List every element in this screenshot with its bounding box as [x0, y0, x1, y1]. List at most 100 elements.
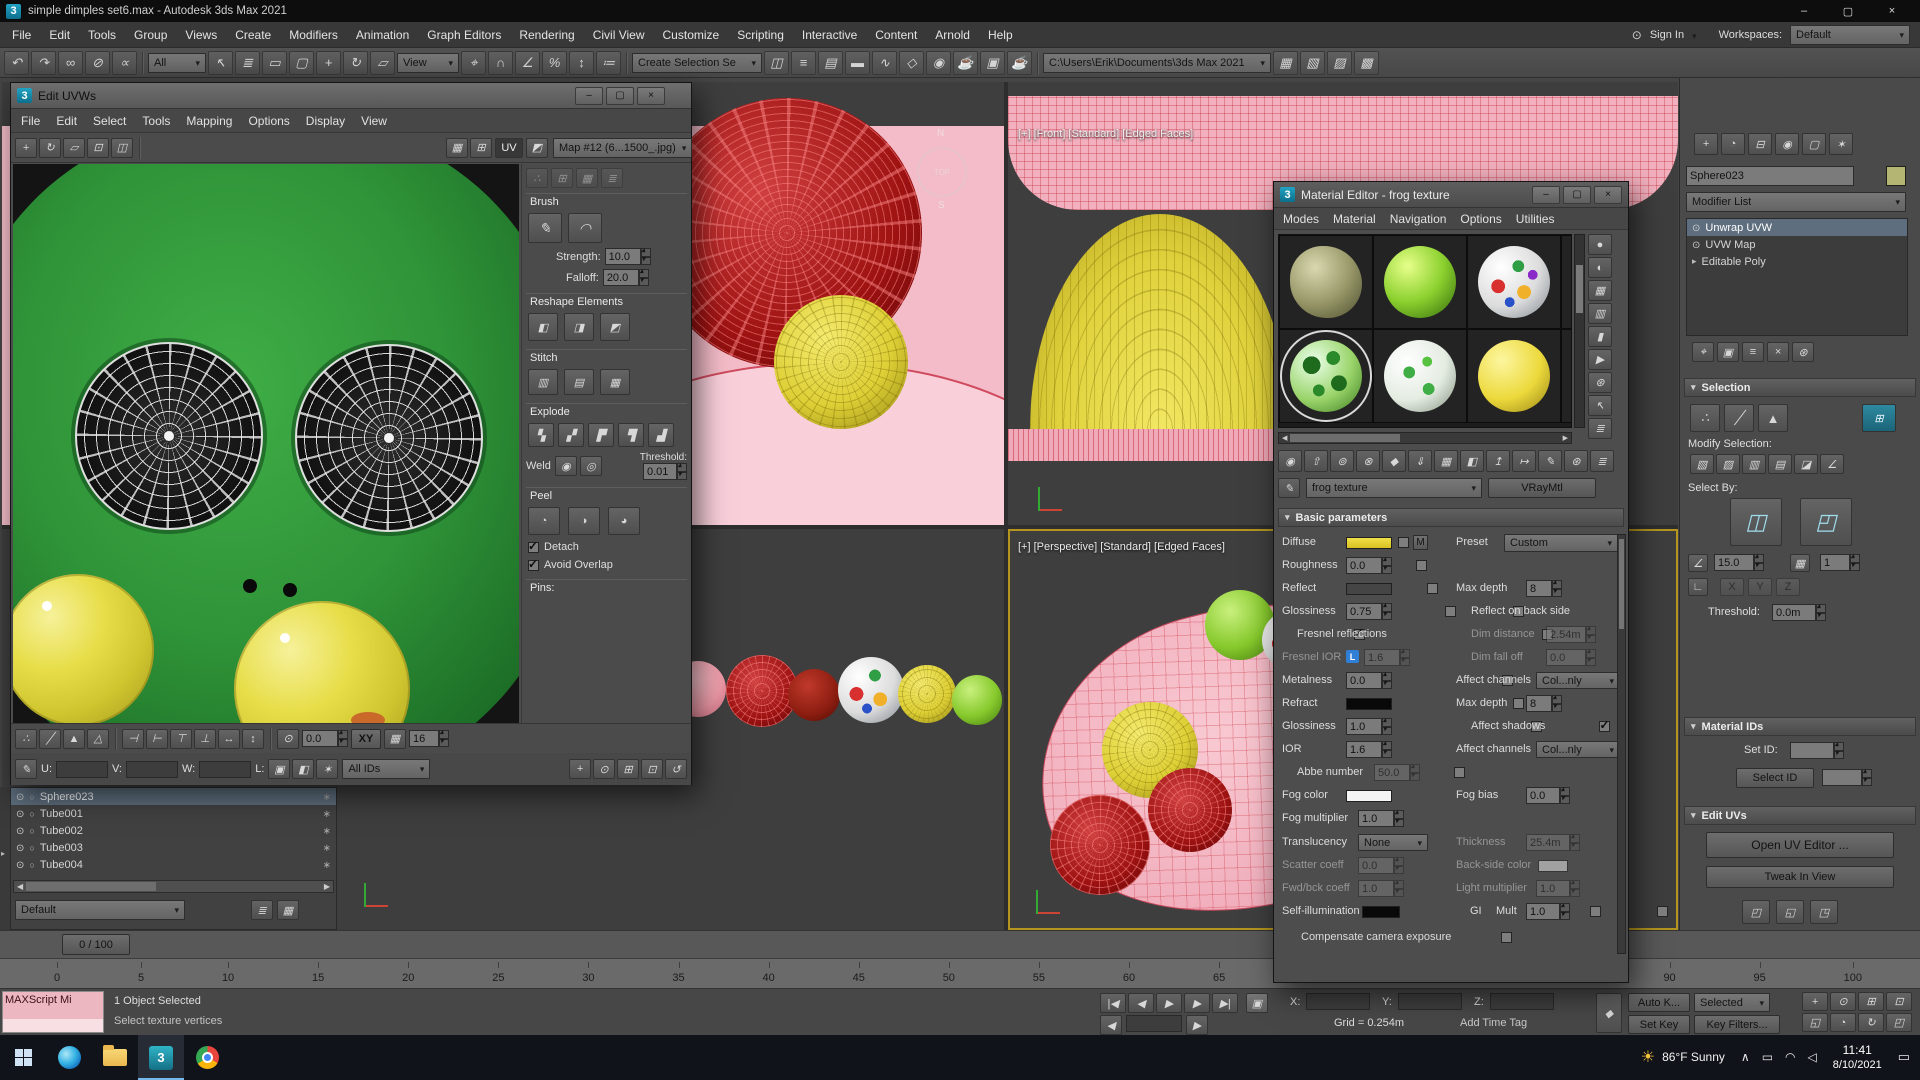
stitch-custom-icon[interactable]: ▥ — [528, 369, 558, 395]
sample-slot[interactable] — [1373, 235, 1467, 329]
scroll-right-icon[interactable]: ▶ — [321, 882, 333, 891]
render-flag-icon[interactable] — [323, 859, 331, 871]
explode-2-icon[interactable]: ▞ — [558, 423, 584, 447]
ignore-backfacing-icon[interactable]: ◪ — [1794, 454, 1818, 474]
menu-item[interactable]: Material — [1326, 210, 1383, 228]
menu-item[interactable]: Display — [298, 111, 353, 131]
map-texture-dropdown[interactable]: Map #12 (6...1500_.jpg) — [553, 137, 693, 158]
edit-uvws-titlebar[interactable]: 3 Edit UVWs – ▢ × — [11, 83, 691, 109]
close-button[interactable]: × — [1594, 185, 1622, 204]
render-flag-icon[interactable] — [323, 842, 331, 854]
angle-snap-icon[interactable]: ∠ — [515, 50, 540, 75]
sample-slot[interactable] — [1467, 329, 1561, 423]
refract-glossiness-field[interactable]: 1.0 — [1346, 716, 1392, 735]
align-right-icon[interactable]: ⊢ — [146, 728, 168, 749]
scroll-left-icon[interactable]: ◀ — [14, 882, 26, 891]
planar-icon[interactable]: ∠ — [1820, 454, 1844, 474]
viewcube-compass[interactable]: TOP — [917, 147, 967, 197]
go-start-icon[interactable]: |◀ — [1100, 993, 1126, 1013]
tab-display[interactable]: ▢ — [1802, 133, 1826, 155]
time-slider-handle[interactable]: 0 / 100 — [62, 934, 130, 955]
tab-motion[interactable]: ◉ — [1775, 133, 1799, 155]
uv-lock-selection-icon[interactable]: ▣ — [268, 759, 291, 779]
pins-section-header[interactable]: Pins: — [526, 579, 687, 596]
fov-icon[interactable]: ◔ — [1830, 1013, 1856, 1032]
maximize-button[interactable]: ▢ — [1826, 0, 1870, 22]
uv-pencil-icon[interactable]: ✎ — [15, 759, 37, 779]
menu-item[interactable]: Edit — [48, 111, 85, 131]
make-preview-icon[interactable]: ▶ — [1588, 349, 1612, 370]
taskbar-explorer[interactable] — [92, 1035, 138, 1080]
axis-z-button[interactable]: Z — [1776, 578, 1800, 596]
go-end-icon[interactable]: ▶| — [1212, 993, 1238, 1013]
explorer-row-tube001[interactable]: Tube001 — [11, 805, 336, 822]
axis-y-button[interactable]: Y — [1748, 578, 1772, 596]
timeline-tick[interactable]: 15 — [312, 962, 324, 984]
self-illumination-map-checkbox[interactable] — [1590, 906, 1602, 917]
key-set-dropdown[interactable]: Selected — [1694, 993, 1770, 1012]
menu-item[interactable]: Civil View — [585, 24, 653, 46]
menu-item[interactable]: Group — [126, 24, 175, 46]
menu-item[interactable]: Customize — [655, 24, 728, 46]
undo-icon[interactable]: ↶ — [4, 50, 29, 75]
uv-reset-icon[interactable]: ◱ — [1776, 900, 1804, 924]
select-rotate-icon[interactable]: ↻ — [343, 50, 368, 75]
metalness-field[interactable]: 0.0 — [1346, 670, 1392, 689]
ring-icon[interactable]: ▥ — [1742, 454, 1766, 474]
pan-view-icon[interactable]: + — [1802, 992, 1828, 1011]
y-coordinate-field[interactable] — [1398, 993, 1462, 1010]
workspace-icon-3[interactable]: ▨ — [1327, 50, 1352, 75]
uv-gizmo-icon[interactable]: ⊙ — [277, 728, 299, 749]
uv-options-icon[interactable]: ✶ — [316, 759, 339, 779]
visibility-icon[interactable] — [16, 791, 24, 803]
quick-peel-icon[interactable]: ◔ — [528, 507, 560, 535]
scatter-coeff-field[interactable]: 0.0 — [1358, 855, 1404, 874]
align-left-icon[interactable]: ⊣ — [122, 728, 144, 749]
tab-create[interactable]: + — [1694, 133, 1718, 155]
assign-to-selection-icon[interactable]: ⊚ — [1330, 450, 1354, 472]
material-name-dropdown[interactable]: frog texture — [1306, 478, 1482, 498]
start-button[interactable] — [0, 1035, 46, 1080]
uv-show-map-icon[interactable]: ▦ — [446, 137, 468, 158]
select-id-grid-icon[interactable]: ▦ — [1790, 554, 1810, 572]
timeline-tick[interactable]: 55 — [1033, 962, 1045, 984]
pelt-map-icon[interactable]: ◕ — [608, 507, 640, 535]
samples-hscrollbar[interactable]: ◀ ▶ — [1278, 432, 1572, 444]
space-v-icon[interactable]: ↕ — [242, 728, 264, 749]
menu-item[interactable]: Arnold — [927, 24, 978, 46]
strength-field[interactable]: 10.0 — [604, 246, 651, 265]
show-map-in-viewport-icon[interactable]: ▦ — [1434, 450, 1458, 472]
tab-modify[interactable]: ◔ — [1721, 133, 1745, 155]
show-end-result-icon[interactable]: ▣ — [1717, 342, 1739, 362]
workspace-icon-4[interactable]: ▩ — [1354, 50, 1379, 75]
maximize-button[interactable]: ▢ — [1563, 185, 1591, 204]
select-by-material-icon[interactable]: ↖ — [1588, 395, 1612, 416]
tray-display-icon[interactable]: ▭ — [1762, 1050, 1773, 1064]
close-button[interactable]: × — [637, 86, 665, 105]
id-count-field[interactable]: 1 — [1820, 552, 1860, 571]
wifi-icon[interactable]: ◠ — [1785, 1050, 1795, 1064]
weather-widget[interactable]: ☀ 86°F Sunny — [1641, 1047, 1725, 1067]
explorer-row-tube004[interactable]: Tube004 — [11, 856, 336, 873]
uv-vertex-mode-icon[interactable]: ∴ — [15, 728, 37, 749]
set-id-field[interactable] — [1790, 740, 1844, 759]
reflect-glossiness-field[interactable]: 0.75 — [1346, 601, 1392, 620]
taskbar-chrome[interactable] — [184, 1035, 230, 1080]
align-bottom-icon[interactable]: ⊥ — [194, 728, 216, 749]
timeline-tick[interactable]: 40 — [763, 962, 775, 984]
falloff-field[interactable]: 20.0 — [602, 267, 649, 286]
selection-rollout-header[interactable]: ▾ Selection — [1684, 378, 1916, 397]
auto-key-button[interactable]: Auto K... — [1628, 993, 1690, 1012]
tray-expand-icon[interactable]: ∧ — [1741, 1050, 1750, 1064]
material-map-navigator-icon[interactable]: ≣ — [1588, 418, 1612, 439]
uv-soft-c-icon[interactable]: ▦ — [576, 168, 598, 188]
next-frame-icon[interactable]: ▶ — [1186, 1015, 1208, 1035]
menu-item[interactable]: Interactive — [794, 24, 865, 46]
threshold-field[interactable]: 0.0m — [1772, 602, 1826, 621]
dim-falloff-field[interactable]: 0.0 — [1546, 647, 1596, 666]
visibility-icon[interactable] — [16, 825, 24, 837]
taskbar-edge[interactable] — [46, 1035, 92, 1080]
reshape-section-header[interactable]: Reshape Elements — [526, 293, 687, 310]
volume-icon[interactable]: ◁ — [1808, 1050, 1817, 1064]
explode-3-icon[interactable]: ▛ — [588, 423, 614, 447]
